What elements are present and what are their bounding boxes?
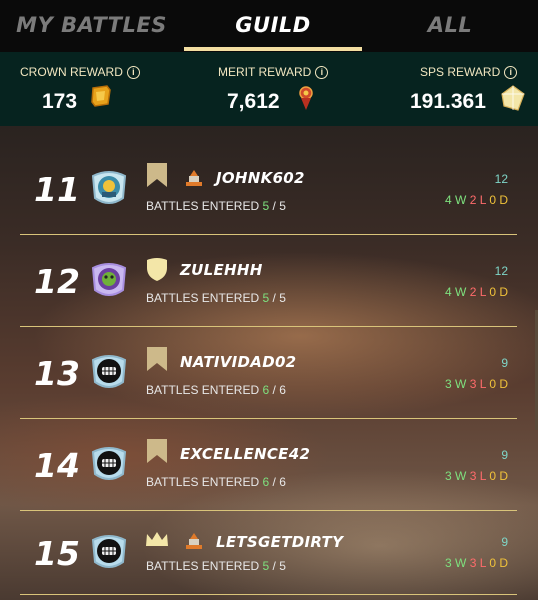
- score: 12: [494, 172, 508, 186]
- avatar: [91, 447, 127, 480]
- shield-tier-icon: [147, 258, 167, 281]
- battles-entered: BATTLES ENTERED 5 / 5: [146, 559, 286, 573]
- rank-number: 12: [34, 262, 80, 301]
- battles-entered: BATTLES ENTERED 6 / 6: [146, 383, 286, 397]
- player-name[interactable]: NATIVIDAD02: [180, 353, 296, 371]
- crown-tier-icon: [146, 532, 168, 546]
- leaderboard-row[interactable]: 11 JOHNK602 BATTLES ENTERED 5 / 5 12 4 W…: [20, 142, 517, 235]
- merit-reward-label: MERIT REWARD i: [218, 65, 329, 79]
- leaderboard-row[interactable]: 13 NATIVIDAD02 BATTLES ENTERED 6 / 6 9 3…: [20, 326, 517, 419]
- sps-crystal-icon: [501, 85, 525, 111]
- merit-badge-icon: [299, 86, 313, 110]
- win-loss-draw: 4 W 2 L 0 D: [445, 285, 508, 299]
- crown-reward-value: 173: [42, 90, 78, 113]
- guild-hall-icon: [186, 170, 202, 186]
- banner-tier-icon: [147, 163, 167, 187]
- rank-number: 14: [34, 446, 80, 485]
- player-name[interactable]: ZULEHHH: [180, 261, 263, 279]
- win-loss-draw: 3 W 3 L 0 D: [445, 377, 508, 391]
- win-loss-draw: 3 W 3 L 0 D: [445, 556, 508, 570]
- avatar: [91, 355, 127, 388]
- battles-entered: BATTLES ENTERED 6 / 6: [146, 475, 286, 489]
- leaderboard-row[interactable]: 15 LETSGETDIRTY BATTLES ENTERED 5 / 5 9 …: [20, 510, 517, 595]
- battles-entered: BATTLES ENTERED 5 / 5: [146, 199, 286, 213]
- rank-number: 13: [34, 354, 80, 393]
- player-name[interactable]: EXCELLENCE42: [180, 445, 310, 463]
- crown-token-icon: [91, 85, 111, 107]
- score: 9: [501, 535, 508, 549]
- battles-entered: BATTLES ENTERED 5 / 5: [146, 291, 286, 305]
- tab-all[interactable]: ALL: [362, 0, 538, 52]
- player-name[interactable]: LETSGETDIRTY: [216, 533, 343, 551]
- merit-reward: MERIT REWARD i 7,612: [200, 52, 350, 126]
- leaderboard-row[interactable]: 14 EXCELLENCE42 BATTLES ENTERED 6 / 6 9 …: [20, 418, 517, 511]
- sps-reward-label: SPS REWARD i: [420, 65, 518, 79]
- info-icon[interactable]: i: [315, 66, 329, 79]
- score: 9: [501, 356, 508, 370]
- tab-my-battles[interactable]: MY BATTLES: [0, 0, 183, 52]
- avatar: [91, 171, 127, 204]
- guild-hall-icon: [186, 533, 202, 549]
- win-loss-draw: 4 W 2 L 0 D: [445, 193, 508, 207]
- crown-reward-label: CROWN REWARD i: [20, 65, 140, 79]
- tab-guild[interactable]: GUILD: [184, 0, 362, 52]
- active-tab-indicator: [184, 47, 362, 51]
- player-name[interactable]: JOHNK602: [216, 169, 305, 187]
- leaderboard-row[interactable]: 12 ZULEHHH BATTLES ENTERED 5 / 5 12 4 W …: [20, 234, 517, 327]
- avatar: [91, 263, 127, 296]
- sps-reward-value: 191.361: [410, 90, 486, 113]
- rank-number: 11: [34, 170, 80, 209]
- battle-tabs: MY BATTLES GUILD ALL: [0, 0, 538, 52]
- banner-tier-icon: [147, 347, 167, 371]
- info-icon[interactable]: i: [504, 66, 518, 79]
- win-loss-draw: 3 W 3 L 0 D: [445, 469, 508, 483]
- score: 9: [501, 448, 508, 462]
- crown-reward: CROWN REWARD i 173: [20, 52, 180, 126]
- info-icon[interactable]: i: [126, 66, 140, 79]
- avatar: [91, 535, 127, 568]
- sps-reward: SPS REWARD i 191.361: [370, 52, 538, 126]
- rank-number: 15: [34, 534, 80, 573]
- banner-tier-icon: [147, 439, 167, 463]
- score: 12: [494, 264, 508, 278]
- rewards-bar: CROWN REWARD i 173 MERIT REWARD i 7,612 SP…: [0, 52, 538, 126]
- merit-reward-value: 7,612: [227, 90, 280, 113]
